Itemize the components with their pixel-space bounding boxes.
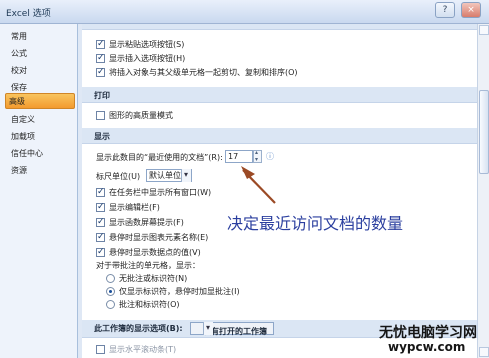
annotation-arrow	[241, 166, 276, 204]
watermark-url: wypcw.com	[388, 340, 466, 354]
annotation-text: 决定最近访问文档的数量	[227, 214, 404, 233]
annotation-arrow-head	[241, 166, 255, 179]
watermark-title: 无忧电脑学习网	[379, 325, 477, 341]
